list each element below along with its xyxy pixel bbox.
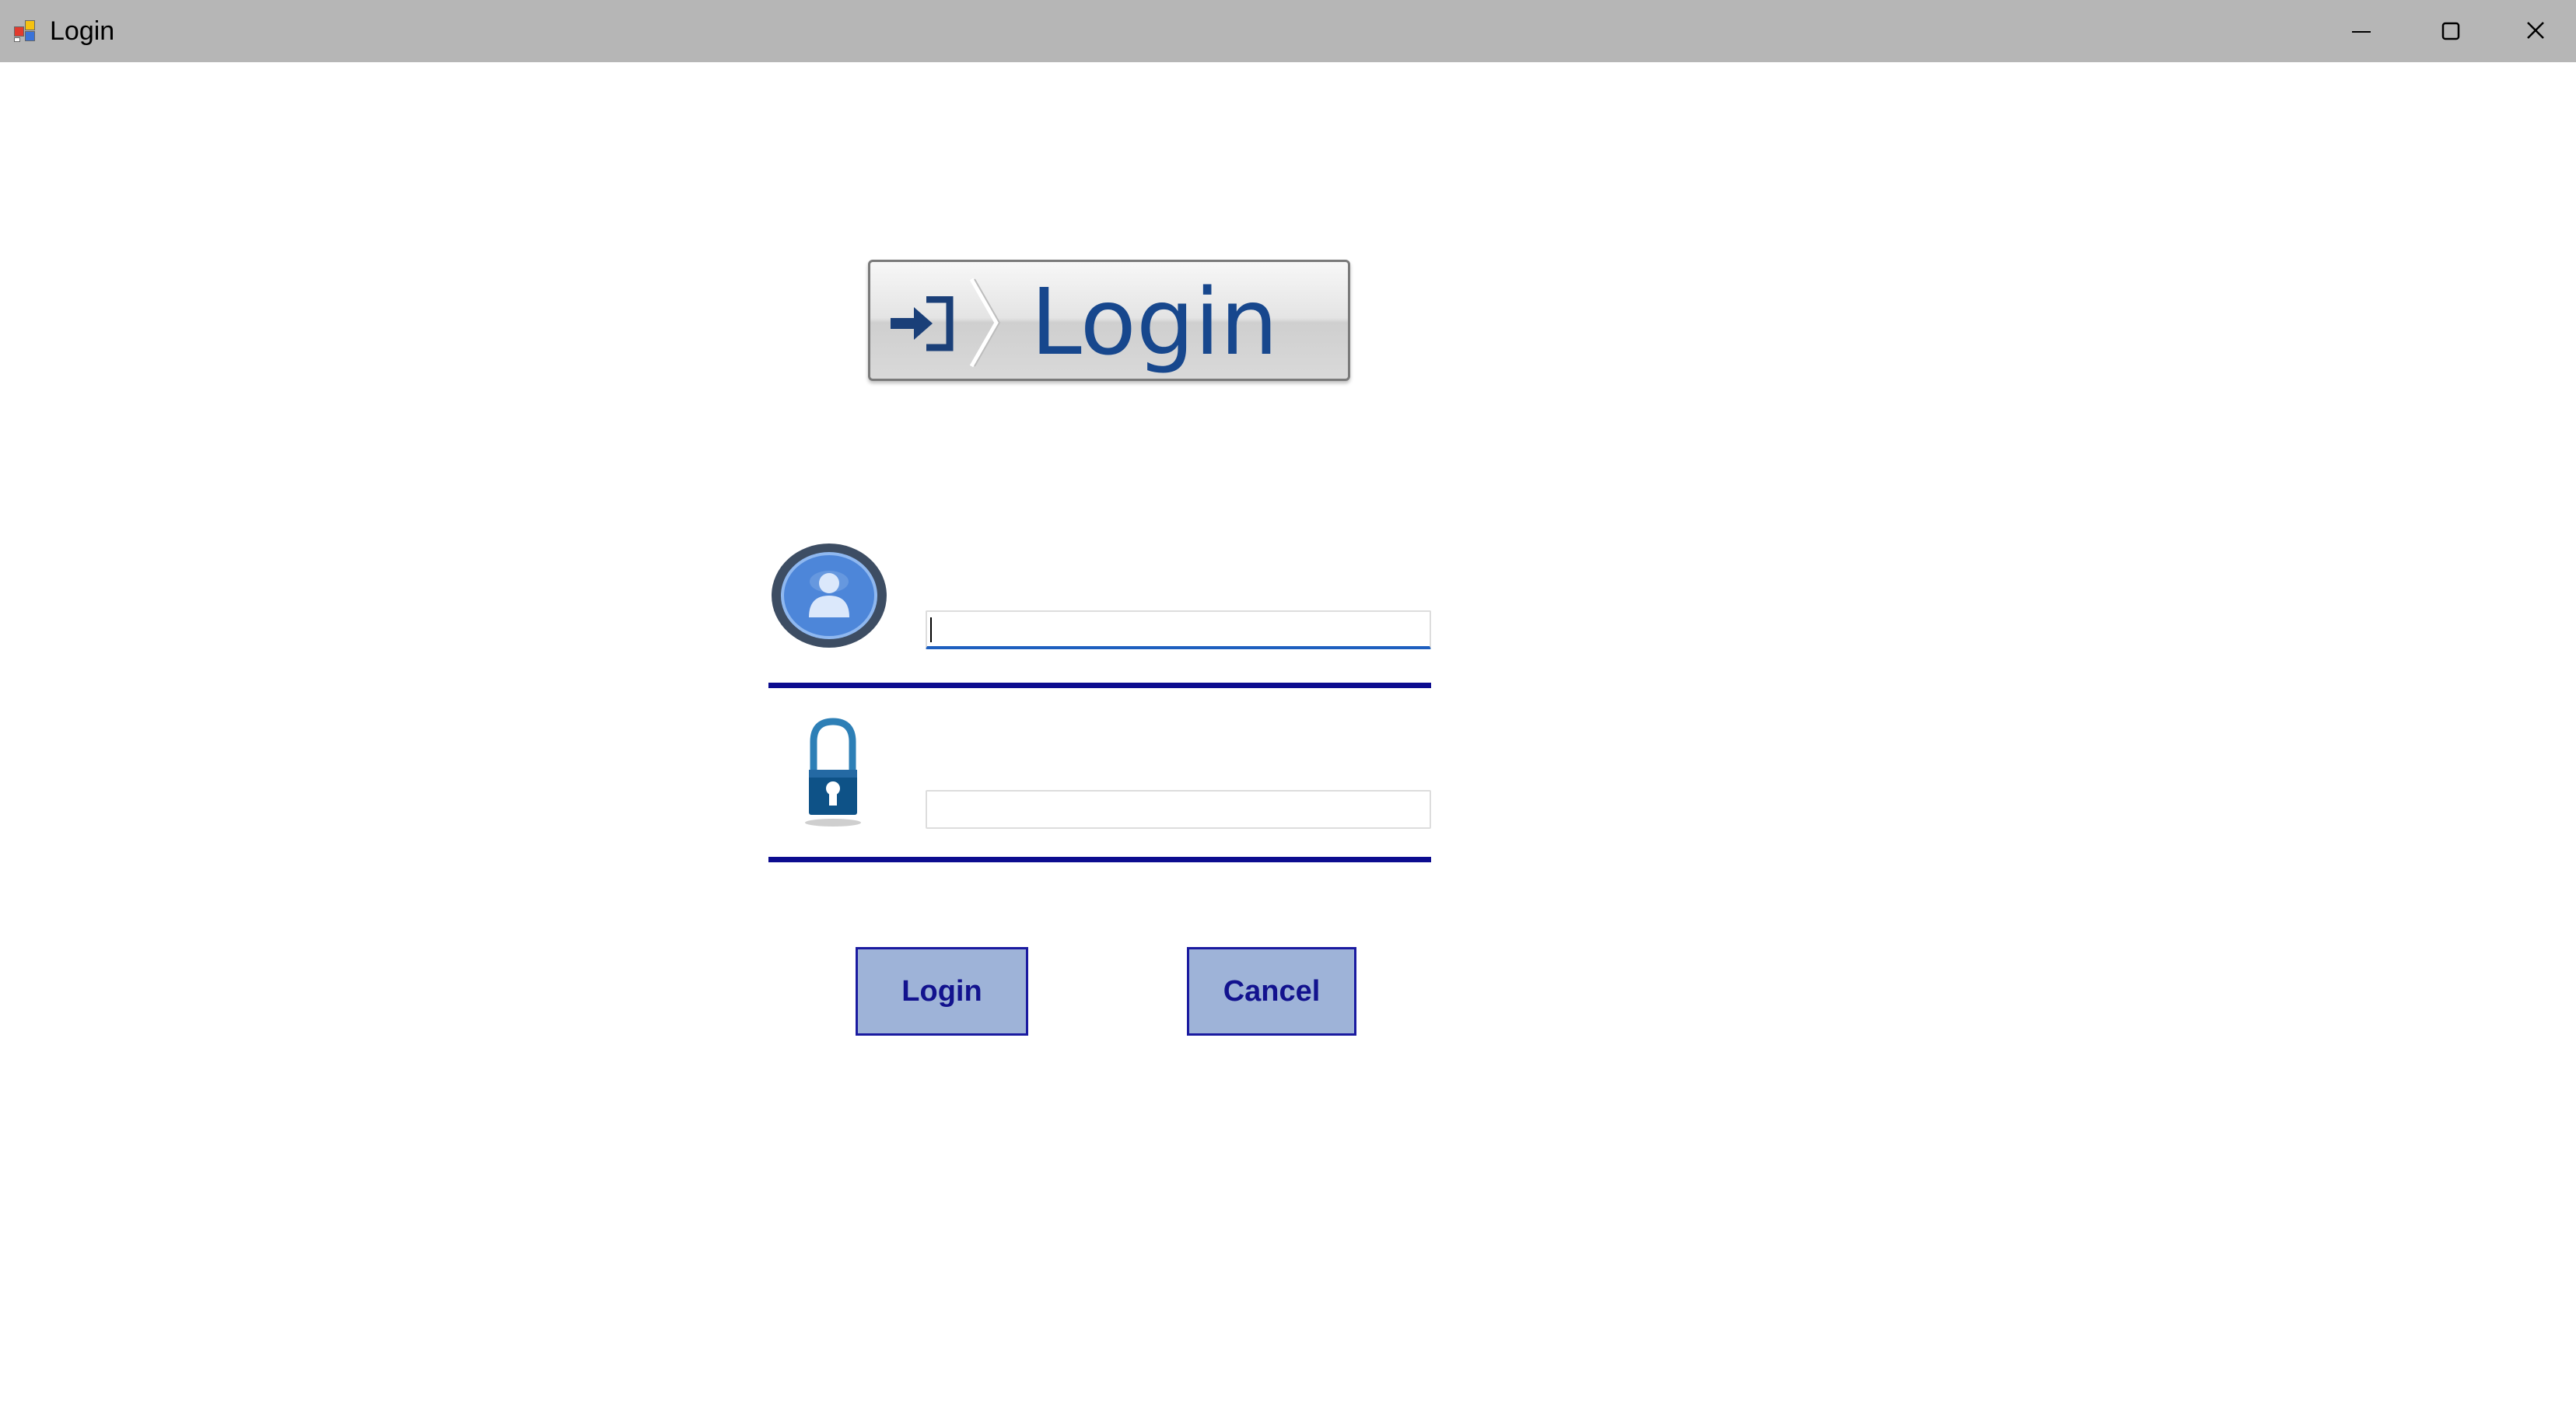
banner-title: Login — [1031, 268, 1279, 376]
password-divider — [768, 857, 1431, 862]
user-avatar-icon — [772, 543, 887, 648]
padlock-icon — [805, 718, 861, 827]
chevron-divider-icon — [969, 278, 1001, 368]
close-icon — [2527, 22, 2544, 39]
minimize-icon — [2352, 31, 2371, 33]
maximize-button[interactable] — [2405, 0, 2495, 62]
minimize-button[interactable] — [2315, 0, 2405, 62]
login-banner: Login — [868, 260, 1350, 381]
window-title: Login — [50, 16, 115, 46]
app-icon — [14, 19, 39, 44]
maximize-icon — [2441, 22, 2460, 40]
title-bar[interactable]: Login — [0, 0, 2576, 62]
login-button[interactable]: Login — [856, 947, 1028, 1036]
text-cursor — [930, 617, 932, 642]
password-input[interactable] — [926, 790, 1431, 829]
sign-in-arrow-icon — [891, 296, 954, 351]
username-divider — [768, 683, 1431, 688]
username-input[interactable] — [926, 610, 1431, 649]
close-button[interactable] — [2495, 0, 2576, 62]
cancel-button[interactable]: Cancel — [1187, 947, 1356, 1036]
